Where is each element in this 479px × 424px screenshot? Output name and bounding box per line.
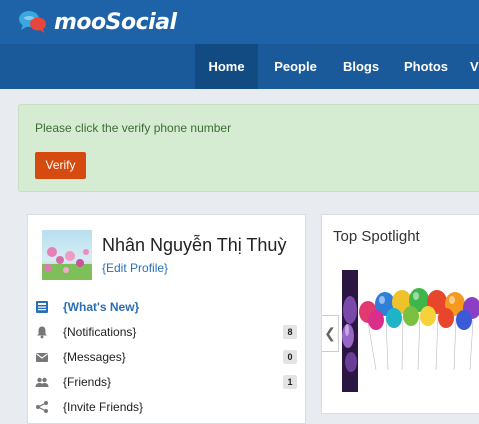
edit-profile-link[interactable]: {Edit Profile} (102, 261, 168, 275)
alert-message: Please click the verify phone number (35, 121, 232, 135)
menu-item-friends[interactable]: {Friends} 1 (28, 370, 307, 395)
spotlight-prev-button[interactable]: ❮ (322, 315, 339, 352)
envelope-icon (36, 353, 48, 362)
menu-item-notifications[interactable]: {Notifications} 8 (28, 320, 307, 345)
top-spotlight-card: Top Spotlight ❮ (321, 214, 479, 414)
profile-name[interactable]: Nhân Nguyễn Thị Thuỳ (102, 235, 286, 256)
menu-item-whats-new[interactable]: {What's New} (28, 295, 307, 320)
verify-phone-alert: Please click the verify phone number Ver… (18, 104, 479, 192)
logo-text: mooSocial (54, 9, 177, 35)
menu-item-messages[interactable]: {Messages} 0 (28, 345, 307, 370)
spotlight-image[interactable] (342, 270, 358, 392)
nav-people[interactable]: People (262, 44, 329, 89)
share-icon (36, 401, 48, 413)
friends-count-badge: 1 (283, 375, 297, 389)
verify-button[interactable]: Verify (35, 152, 86, 179)
bell-icon (37, 326, 47, 339)
nav-videos[interactable]: V (470, 44, 479, 89)
menu-label: {What's New} (63, 300, 140, 314)
chat-bubbles-icon (19, 11, 46, 33)
messages-count-badge: 0 (283, 350, 297, 364)
spotlight-title: Top Spotlight (333, 228, 420, 245)
logo[interactable]: mooSocial (18, 8, 177, 36)
menu-label: {Messages} (63, 350, 126, 364)
chevron-left-icon: ❮ (324, 325, 336, 341)
nav-home[interactable]: Home (195, 44, 258, 89)
nav-photos[interactable]: Photos (394, 44, 458, 89)
menu-label: {Invite Friends} (63, 400, 144, 414)
main-nav: Home People Blogs Photos V (0, 44, 479, 89)
top-header: mooSocial (0, 0, 479, 44)
nav-blogs[interactable]: Blogs (333, 44, 389, 89)
avatar[interactable] (42, 230, 92, 280)
notifications-count-badge: 8 (283, 325, 297, 339)
spotlight-image[interactable] (358, 282, 479, 372)
newspaper-icon (36, 301, 48, 313)
menu-label: {Friends} (63, 375, 112, 389)
profile-card: Nhân Nguyễn Thị Thuỳ {Edit Profile} {Wha… (27, 214, 306, 424)
menu-label: {Notifications} (63, 325, 137, 339)
people-icon (35, 377, 49, 387)
menu-item-invite-friends[interactable]: {Invite Friends} (28, 395, 307, 420)
